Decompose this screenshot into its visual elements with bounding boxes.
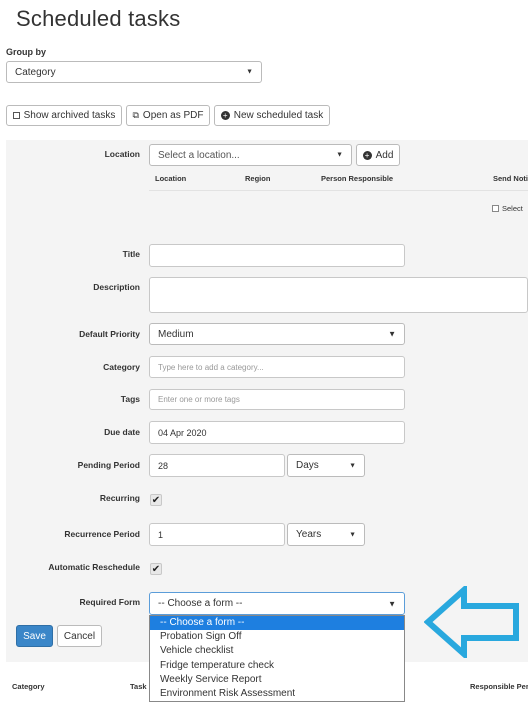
table-divider [149,190,528,191]
recurring-checkbox[interactable]: ✔ [150,494,162,506]
chevron-down-icon: ▼ [388,329,396,339]
pending-unit-select[interactable]: Days ▼ [287,454,365,477]
new-task-label: New scheduled task [233,110,324,121]
required-form-value: -- Choose a form -- [158,598,243,609]
priority-value: Medium [158,328,194,340]
tags-input[interactable]: Enter one or more tags [149,389,405,410]
external-link-icon: ⧉ [132,110,139,120]
col-region: Region [245,174,271,183]
col-person-responsible: Person Responsible [321,174,394,183]
required-form-select[interactable]: -- Choose a form -- ▼ [149,592,405,615]
chevron-down-icon: ▼ [349,531,356,538]
col-category: Category [12,682,45,691]
select-all-checkbox[interactable]: Select [492,204,523,213]
category-placeholder: Type here to add a category... [158,362,264,372]
page-title: Scheduled tasks [16,6,181,31]
recurrence-unit-value: Years [296,529,322,540]
add-location-button[interactable]: + Add [356,144,400,166]
recurring-label: Recurring [99,493,140,503]
col-location: Location [155,174,187,183]
dropdown-option[interactable]: Vehicle checklist [150,644,404,658]
title-label: Title [122,249,140,259]
dropdown-option[interactable]: -- Choose a form -- [150,616,404,631]
col-task: Task [130,682,147,691]
arrow-left-icon [424,586,519,658]
plus-circle-icon: + [220,111,230,120]
show-archived-label: Show archived tasks [23,110,116,121]
required-form-dropdown: -- Choose a form -- Probation Sign Off V… [149,615,405,702]
col-responsible-person: Responsible Per [470,682,528,691]
add-location-label: Add [375,149,394,161]
due-date-label: Due date [104,427,140,437]
title-input[interactable] [149,244,405,267]
location-placeholder: Select a location... [158,149,240,161]
recurrence-unit-select[interactable]: Years ▼ [287,523,365,546]
pending-period-input[interactable]: 28 [149,454,285,477]
cancel-button[interactable]: Cancel [57,625,102,647]
group-by-select[interactable]: Category ▼ [6,61,262,83]
recurrence-period-input[interactable]: 1 [149,523,285,546]
chevron-down-icon: ▼ [349,462,356,469]
chevron-down-icon: ▼ [336,151,343,159]
due-date-value: 04 Apr 2020 [158,427,207,438]
auto-reschedule-label: Automatic Reschedule [48,562,140,572]
tags-label: Tags [120,394,140,404]
category-label: Category [103,362,140,372]
category-input[interactable]: Type here to add a category... [149,356,405,378]
checkbox-icon [492,205,499,212]
group-by-value: Category [15,66,56,78]
dropdown-option[interactable]: Fridge temperature check [150,659,404,673]
check-icon: ✔ [151,494,161,506]
description-textarea[interactable] [149,277,528,313]
chevron-down-icon: ▼ [388,599,396,608]
checkbox-icon [12,112,20,119]
pending-unit-value: Days [296,460,319,471]
priority-label: Default Priority [79,329,140,339]
open-pdf-label: Open as PDF [142,110,204,121]
check-icon: ✔ [151,563,161,575]
col-send-notification: Send Noti [493,174,528,183]
tags-placeholder: Enter one or more tags [158,395,240,404]
dropdown-option[interactable]: Probation Sign Off [150,630,404,644]
save-button[interactable]: Save [16,625,53,647]
select-label: Select [502,204,523,213]
description-label: Description [93,282,140,292]
pending-period-value: 28 [158,460,169,471]
required-form-label: Required Form [79,597,140,607]
show-archived-button[interactable]: Show archived tasks [6,105,122,126]
new-task-button[interactable]: + New scheduled task [214,105,330,126]
recurrence-period-label: Recurrence Period [64,529,140,539]
dropdown-option[interactable]: Weekly Service Report [150,673,404,687]
plus-circle-icon: + [362,150,372,160]
dropdown-option[interactable]: Environment Risk Assessment [150,687,404,701]
location-select[interactable]: Select a location... ▼ [149,144,352,166]
due-date-input[interactable]: 04 Apr 2020 [149,421,405,444]
priority-select[interactable]: Medium ▼ [149,323,405,345]
pending-period-label: Pending Period [77,460,140,470]
group-by-label: Group by [6,47,46,57]
open-pdf-button[interactable]: ⧉ Open as PDF [126,105,210,126]
chevron-down-icon: ▼ [246,68,253,76]
recurrence-period-value: 1 [158,529,164,540]
auto-reschedule-checkbox[interactable]: ✔ [150,563,162,575]
location-label: Location [104,149,140,159]
